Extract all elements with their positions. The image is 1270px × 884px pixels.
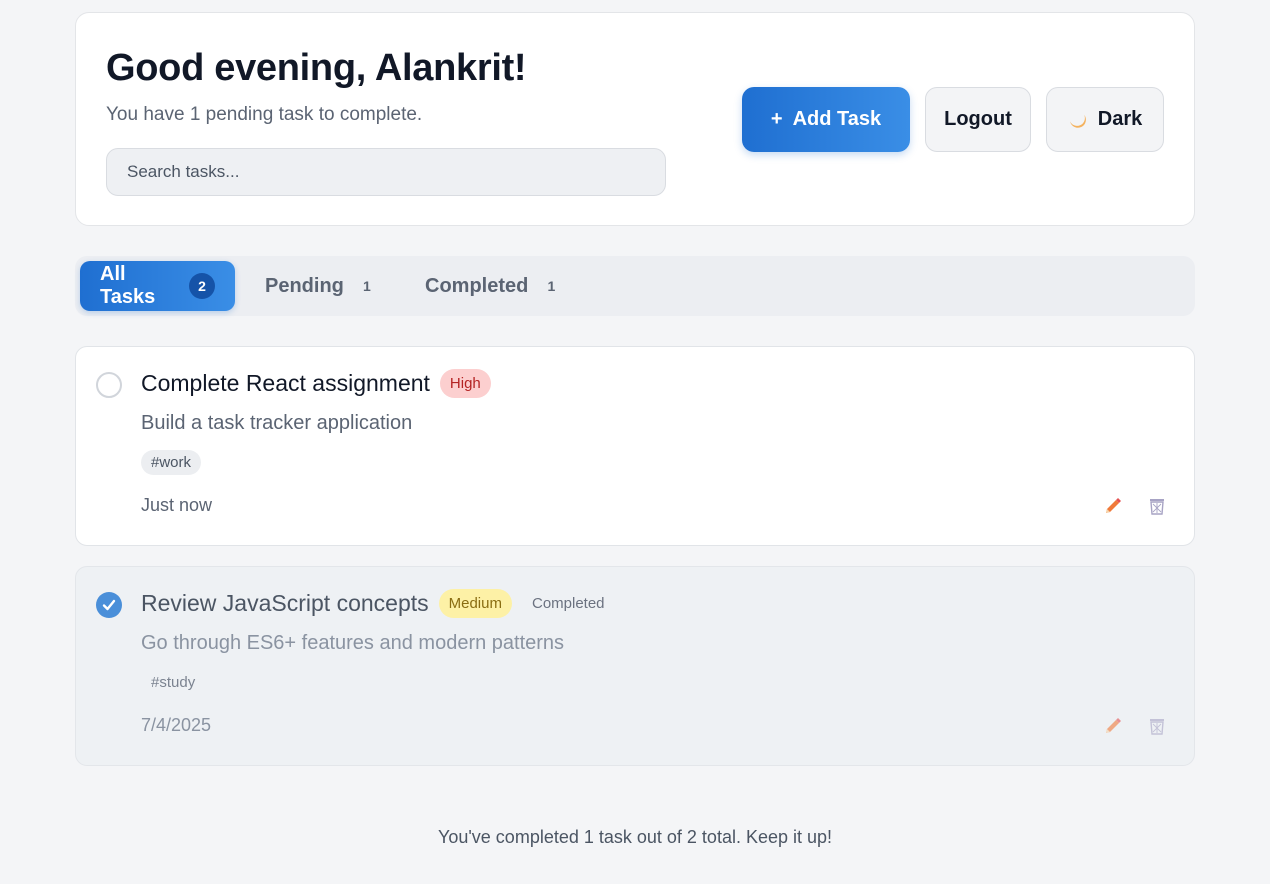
task-timestamp: Just now [141, 495, 213, 515]
trash-icon [1150, 499, 1164, 515]
tab-label: Pending [265, 274, 344, 297]
tab-completed[interactable]: Completed 1 [405, 261, 584, 311]
trash-icon [1150, 719, 1164, 735]
pencil-icon [1106, 498, 1121, 513]
task-description: Go through ES6+ features and modern patt… [141, 632, 565, 654]
logout-label: Logout [944, 108, 1012, 130]
count-badge: 1 [362, 278, 371, 294]
status-label: Completed [531, 595, 605, 612]
tab-label: Completed [425, 274, 529, 297]
task-title-row: Review JavaScript concepts Medium Comple… [141, 589, 605, 618]
pending-summary: You have 1 pending task to complete. [106, 104, 423, 125]
pencil-icon [1106, 718, 1121, 733]
tab-pending[interactable]: Pending 1 [245, 261, 400, 311]
task-card: Complete React assignment High Build a t… [75, 346, 1195, 546]
add-task-label: Add Task [792, 108, 882, 130]
priority-badge: High [439, 369, 491, 398]
task-checkbox[interactable] [96, 372, 122, 398]
task-tag: #study [151, 674, 196, 691]
task-description: Build a task tracker application [141, 412, 413, 434]
edit-button[interactable] [1102, 495, 1124, 517]
plus-icon: + [770, 108, 783, 130]
task-card: Review JavaScript concepts Medium Comple… [75, 566, 1195, 766]
delete-button[interactable] [1146, 715, 1168, 737]
task-title: Complete React assignment [141, 370, 430, 396]
task-tag: #work [141, 450, 202, 475]
count-badge: 1 [547, 278, 556, 294]
logout-button[interactable]: Logout [925, 87, 1031, 152]
moon-icon [1069, 114, 1086, 128]
filter-tabs: All Tasks 2 Pending 1 Completed 1 [75, 256, 1195, 316]
add-task-button[interactable]: + Add Task [742, 87, 910, 152]
task-title: Review JavaScript concepts [141, 590, 429, 616]
check-icon [102, 599, 116, 611]
task-checkbox[interactable] [96, 592, 122, 618]
tab-all-tasks[interactable]: All Tasks 2 [80, 261, 235, 311]
count-badge: 2 [189, 273, 215, 299]
dark-mode-label: Dark [1097, 108, 1143, 130]
page-title: Good evening, Alankrit! [106, 47, 527, 89]
search-input[interactable] [106, 148, 666, 196]
tab-label: All Tasks [100, 263, 156, 308]
dark-mode-toggle[interactable]: Dark [1046, 87, 1164, 152]
completion-summary: You've completed 1 task out of 2 total. … [437, 827, 833, 847]
priority-badge: Medium [438, 589, 512, 618]
edit-button[interactable] [1102, 715, 1124, 737]
delete-button[interactable] [1146, 495, 1168, 517]
task-title-row: Complete React assignment High [141, 369, 491, 398]
task-timestamp: 7/4/2025 [141, 715, 212, 735]
header-card: Good evening, Alankrit! You have 1 pendi… [75, 12, 1195, 226]
